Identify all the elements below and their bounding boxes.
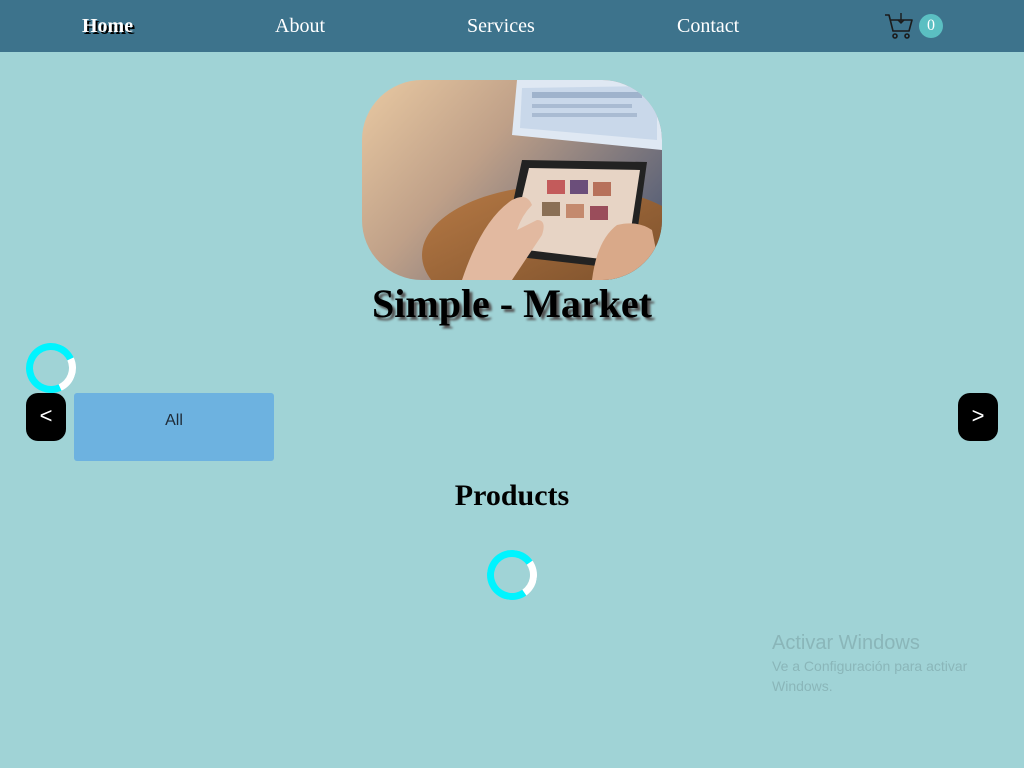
loading-spinner-icon bbox=[18, 335, 84, 401]
products-loading-spinner-icon bbox=[483, 546, 541, 604]
category-all-button[interactable]: All bbox=[74, 393, 274, 461]
nav-about-link[interactable]: About bbox=[275, 14, 325, 38]
nav-contact-link[interactable]: Contact bbox=[677, 14, 739, 38]
shopping-cart-icon[interactable] bbox=[884, 11, 914, 41]
nav-services-link[interactable]: Services bbox=[467, 14, 535, 38]
site-title: Simple - Market bbox=[372, 281, 652, 326]
hero-image bbox=[362, 80, 662, 280]
nav-home-link[interactable]: Home bbox=[82, 14, 133, 38]
products-heading: Products bbox=[454, 479, 570, 512]
navbar: Home About Services Contact 0 bbox=[0, 0, 1024, 52]
windows-activation-title: Activar Windows bbox=[772, 632, 920, 654]
previous-category-button[interactable]: < bbox=[26, 393, 66, 441]
windows-activation-subtitle: Ve a Configuración para activar Windows. bbox=[772, 658, 968, 694]
cart-count-badge: 0 bbox=[919, 14, 943, 38]
next-category-button[interactable]: > bbox=[958, 393, 998, 441]
